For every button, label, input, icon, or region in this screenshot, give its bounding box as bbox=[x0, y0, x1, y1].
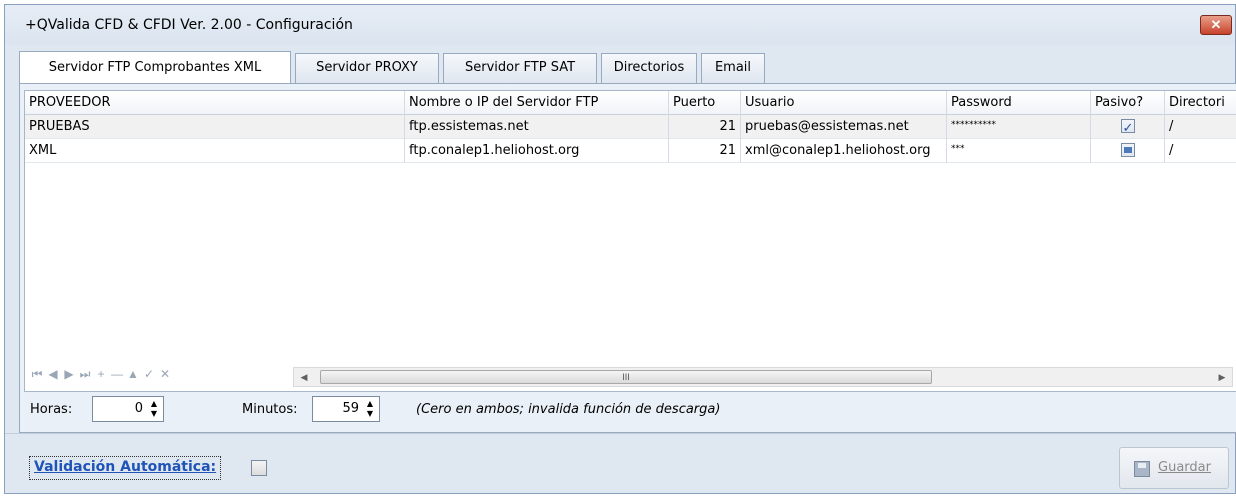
table-row[interactable]: XML ftp.conalep1.heliohost.org 21 xml@co… bbox=[25, 139, 1236, 163]
col-header-servidor[interactable]: Nombre o IP del Servidor FTP bbox=[405, 91, 669, 115]
cell-usuario[interactable]: xml@conalep1.heliohost.org bbox=[741, 139, 947, 163]
grid-navigator: ⏮ ◀ ▶ ⏭ + — ▲ ✓ ✕ bbox=[29, 367, 173, 387]
delete-record-icon[interactable]: — bbox=[109, 367, 125, 381]
scroll-right-icon[interactable]: ▶ bbox=[1214, 369, 1230, 385]
spin-arrows-icon[interactable]: ▲ ▼ bbox=[364, 399, 376, 419]
cell-puerto[interactable]: 21 bbox=[669, 139, 741, 163]
auto-validation-label[interactable]: Validación Automática: bbox=[29, 456, 222, 480]
cell-puerto[interactable]: 21 bbox=[669, 115, 741, 139]
scroll-thumb[interactable]: III bbox=[320, 370, 932, 384]
scroll-left-icon[interactable]: ◀ bbox=[296, 369, 312, 385]
cancel-record-icon[interactable]: ✕ bbox=[157, 367, 173, 381]
cell-proveedor[interactable]: PRUEBAS bbox=[25, 115, 405, 139]
last-record-icon[interactable]: ⏭ bbox=[77, 367, 93, 382]
col-header-directorio[interactable]: Directori bbox=[1165, 91, 1236, 115]
tab-panel: PROVEEDOR Nombre o IP del Servidor FTP P… bbox=[19, 83, 1236, 433]
minutes-value[interactable]: 59 bbox=[342, 401, 359, 416]
hours-value[interactable]: 0 bbox=[135, 401, 143, 416]
post-record-icon[interactable]: ✓ bbox=[141, 367, 157, 381]
minutes-stepper[interactable]: 59 ▲ ▼ bbox=[312, 396, 380, 422]
cell-password[interactable]: *** bbox=[947, 139, 1091, 163]
tab-directorios[interactable]: Directorios bbox=[601, 53, 697, 83]
cell-usuario[interactable]: pruebas@essistemas.net bbox=[741, 115, 947, 139]
hours-stepper[interactable]: 0 ▲ ▼ bbox=[92, 396, 164, 422]
cell-servidor[interactable]: ftp.essistemas.net bbox=[405, 115, 669, 139]
cell-servidor[interactable]: ftp.conalep1.heliohost.org bbox=[405, 139, 669, 163]
grid-header: PROVEEDOR Nombre o IP del Servidor FTP P… bbox=[25, 91, 1236, 115]
cell-pasivo[interactable] bbox=[1091, 139, 1165, 163]
next-record-icon[interactable]: ▶ bbox=[61, 367, 77, 381]
cell-directorio[interactable]: / bbox=[1165, 139, 1236, 163]
save-button-label: Guardar bbox=[1158, 460, 1211, 475]
col-header-pasivo[interactable]: Pasivo? bbox=[1091, 91, 1165, 115]
horizontal-scrollbar[interactable]: ◀ III ▶ bbox=[293, 367, 1233, 387]
ftp-servers-grid[interactable]: PROVEEDOR Nombre o IP del Servidor FTP P… bbox=[24, 90, 1236, 392]
cell-password[interactable]: ********** bbox=[947, 115, 1091, 139]
col-header-password[interactable]: Password bbox=[947, 91, 1091, 115]
save-button[interactable]: Guardar bbox=[1119, 447, 1229, 489]
col-header-usuario[interactable]: Usuario bbox=[741, 91, 947, 115]
col-header-puerto[interactable]: Puerto bbox=[669, 91, 741, 115]
edit-record-icon[interactable]: ▲ bbox=[125, 367, 141, 381]
tab-servidor-ftp-sat[interactable]: Servidor FTP SAT bbox=[443, 53, 597, 83]
divider bbox=[5, 433, 1235, 434]
save-disk-icon bbox=[1134, 461, 1150, 477]
auto-validation-checkbox[interactable] bbox=[251, 460, 267, 476]
cell-proveedor[interactable]: XML bbox=[25, 139, 405, 163]
close-button[interactable]: ✕ bbox=[1200, 15, 1232, 35]
prev-record-icon[interactable]: ◀ bbox=[45, 367, 61, 381]
first-record-icon[interactable]: ⏮ bbox=[29, 367, 45, 382]
col-header-proveedor[interactable]: PROVEEDOR bbox=[25, 91, 405, 115]
cell-directorio[interactable]: / bbox=[1165, 115, 1236, 139]
window-title: +QValida CFD & CFDI Ver. 2.00 - Configur… bbox=[25, 17, 353, 33]
spin-arrows-icon[interactable]: ▲ ▼ bbox=[148, 399, 160, 419]
tab-email[interactable]: Email bbox=[701, 53, 765, 83]
add-record-icon[interactable]: + bbox=[93, 367, 109, 381]
download-hint: (Cero en ambos; invalida función de desc… bbox=[416, 402, 721, 417]
cell-pasivo[interactable] bbox=[1091, 115, 1165, 139]
pasivo-checkbox[interactable] bbox=[1120, 117, 1135, 139]
hours-label: Horas: bbox=[30, 402, 73, 417]
title-bar: +QValida CFD & CFDI Ver. 2.00 - Configur… bbox=[5, 5, 1235, 45]
pasivo-checkbox[interactable] bbox=[1120, 142, 1135, 157]
config-window: +QValida CFD & CFDI Ver. 2.00 - Configur… bbox=[4, 4, 1236, 494]
minutes-label: Minutos: bbox=[242, 402, 298, 417]
table-row[interactable]: PRUEBAS ftp.essistemas.net 21 pruebas@es… bbox=[25, 115, 1236, 139]
tab-servidor-proxy[interactable]: Servidor PROXY bbox=[295, 53, 439, 83]
tab-ftp-comprobantes-xml[interactable]: Servidor FTP Comprobantes XML bbox=[19, 51, 291, 83]
